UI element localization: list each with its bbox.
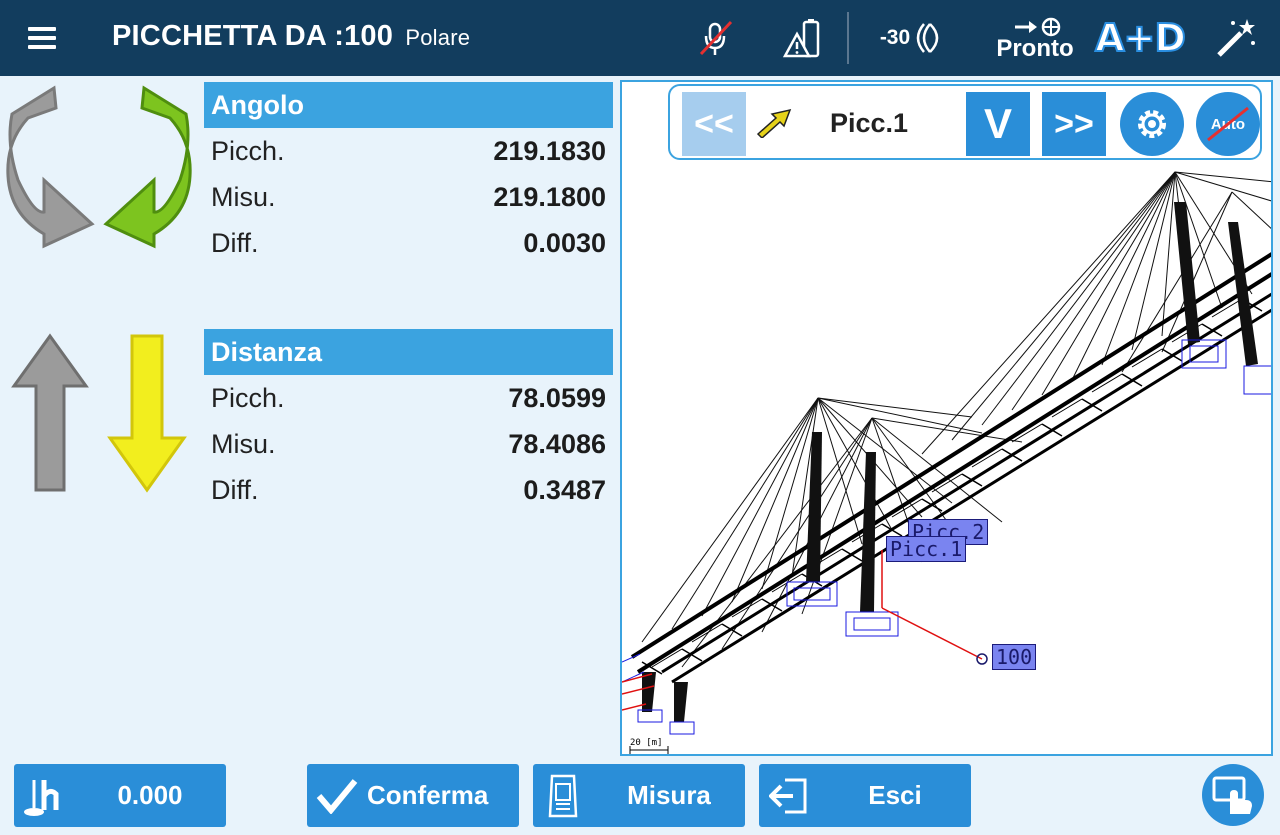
down-yellow-arrow-icon [106,332,188,499]
top-bar: PICCHETTA DA :100 Polare -30 Pronto A+D [0,0,1280,76]
page-title: PICCHETTA DA :100 Polare [112,20,470,53]
row-value: 0.0030 [523,227,606,258]
map-toolbar: << Picc.1 V >> Auto [668,84,1262,160]
row-value: 219.1830 [493,135,606,166]
measure-button[interactable]: Misura [533,764,745,827]
battery-warning-icon[interactable] [782,8,822,68]
angle-row-diff: Diff. 0.0030 [204,220,613,266]
distance-row-stake: Picch. 78.0599 [204,375,613,421]
distance-row-diff: Diff. 0.3487 [204,467,613,513]
settings-gear-icon[interactable] [1120,92,1184,156]
distance-panel: Distanza Picch. 78.0599 Misu. 78.4086 Di… [204,329,613,513]
toolbar-divider [847,12,849,64]
measure-label: Misura [627,780,711,810]
exit-label: Esci [868,780,922,810]
map-label-station[interactable]: 100 [992,644,1037,670]
row-value: 78.0599 [508,382,606,413]
row-label: Misu. [211,181,276,212]
row-label: Picch. [211,382,285,413]
total-station-icon [533,774,593,818]
microphone-muted-icon[interactable] [696,8,736,68]
hamburger-menu-icon[interactable] [28,27,56,49]
title-subtitle: Polare [405,25,471,50]
row-label: Diff. [211,227,259,258]
target-height-button[interactable]: 0.000 [14,764,226,827]
prism-constant[interactable]: -30 [872,8,956,68]
map-view[interactable]: Picc.2 Picc.1 100 20 [m] << Picc.1 V >> … [620,80,1273,756]
angle-row-measured: Misu. 219.1800 [204,174,613,220]
map-label-picc1[interactable]: Picc.1 [886,536,967,562]
prism-icon [916,23,939,53]
angle-row-stake: Picch. 219.1830 [204,128,613,174]
confirm-button[interactable]: Conferma [307,764,519,827]
touch-screen-hand-icon[interactable] [1202,764,1264,826]
target-height-value: 0.000 [117,780,183,810]
row-label: Diff. [211,474,259,505]
title-text: PICCHETTA DA :100 [112,20,394,52]
verify-button[interactable]: V [966,92,1030,156]
next-point-button[interactable]: >> [1042,92,1106,156]
confirm-label: Conferma [367,780,489,810]
checkmark-icon [307,778,367,814]
rotate-right-green-arrow-icon [102,84,194,255]
direction-arrow-icon [754,106,794,143]
exit-door-icon [759,778,819,814]
angle-panel-title: Angolo [204,82,613,128]
target-height-icon [14,774,74,818]
row-value: 78.4086 [508,428,606,459]
instrument-status[interactable]: Pronto [990,8,1080,68]
map-scale: 20 [m] [630,738,663,748]
distance-panel-title: Distanza [204,329,613,375]
disabled-slash-icon [1207,106,1249,142]
current-point-name: Picc.1 [830,108,909,138]
prism-constant-value: -30 [879,26,911,49]
auto-off-button[interactable]: Auto [1196,92,1260,156]
distance-row-measured: Misu. 78.4086 [204,421,613,467]
angle-panel: Angolo Picch. 219.1830 Misu. 219.1800 Di… [204,82,613,266]
mode-selector[interactable]: A+D [1094,8,1187,68]
row-value: 0.3487 [523,474,606,505]
previous-point-button[interactable]: << [682,92,746,156]
status-label: Pronto [996,35,1074,62]
up-gray-arrow-icon [10,332,90,499]
magic-wand-icon[interactable] [1212,8,1260,68]
row-value: 219.1800 [493,181,606,212]
mode-label: A+D [1094,15,1187,61]
row-label: Picch. [211,135,285,166]
bridge-drawing [622,171,1271,754]
exit-button[interactable]: Esci [759,764,971,827]
rotate-left-gray-arrow-icon [4,84,96,255]
row-label: Misu. [211,428,276,459]
